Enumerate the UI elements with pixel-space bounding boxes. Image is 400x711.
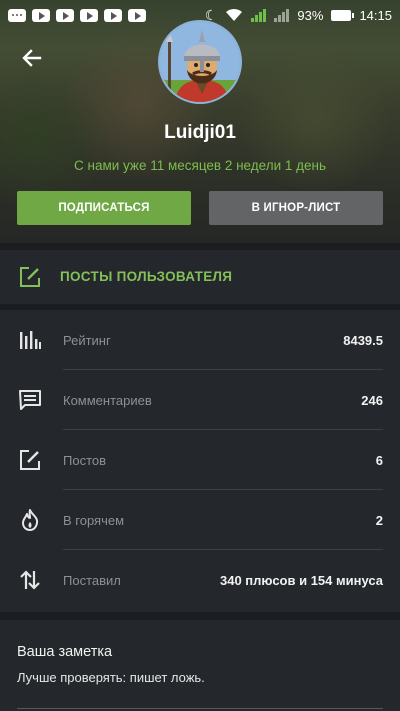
youtube-notification-icon — [80, 8, 98, 22]
comment-icon — [18, 388, 42, 412]
profile-header: ☾ 93% 14:15 Luidji01 С нами уже 11 месяц… — [0, 0, 400, 243]
battery-percent: 93% — [297, 7, 324, 23]
note-underline — [17, 708, 383, 709]
user-note-section[interactable]: Ваша заметка Лучше проверять: пишет ложь… — [0, 620, 400, 711]
stat-value: 8439.5 — [343, 333, 383, 348]
stat-row-votes: Поставил 340 плюсов и 154 минуса — [0, 550, 400, 610]
avatar[interactable] — [158, 20, 242, 104]
youtube-notification-icon — [32, 8, 50, 22]
flame-icon — [18, 508, 42, 532]
user-posts-link[interactable]: ПОСТЫ ПОЛЬЗОВАТЕЛЯ — [0, 250, 400, 304]
stat-row-comments: Комментариев 246 — [0, 370, 400, 430]
post-edit-icon — [18, 448, 42, 472]
ignore-list-button[interactable]: В ИГНОР-ЛИСТ — [209, 191, 383, 225]
stat-row-posts: Постов 6 — [0, 430, 400, 490]
stat-name: Рейтинг — [63, 333, 111, 348]
up-down-arrows-icon — [18, 568, 42, 592]
note-title: Ваша заметка — [17, 644, 113, 660]
post-edit-icon — [18, 265, 42, 289]
youtube-notification-icon — [128, 8, 146, 22]
user-posts-label: ПОСТЫ ПОЛЬЗОВАТЕЛЯ — [60, 269, 233, 284]
rating-bars-icon — [18, 328, 42, 352]
youtube-notification-icon — [104, 8, 122, 22]
youtube-notification-icon — [56, 8, 74, 22]
stat-name: Поставил — [63, 573, 121, 588]
back-arrow-icon[interactable] — [18, 44, 46, 72]
messages-notification-icon — [8, 8, 26, 22]
subscribe-button[interactable]: ПОДПИСАТЬСЯ — [17, 191, 191, 225]
stat-value: 246 — [361, 393, 383, 408]
stat-name: Комментариев — [63, 393, 152, 408]
signal-sim2-icon — [274, 8, 290, 22]
stat-row-hot: В горячем 2 — [0, 490, 400, 550]
stat-value: 6 — [375, 453, 383, 468]
clock: 14:15 — [359, 7, 392, 23]
member-since-text: С нами уже 11 месяцев 2 недели 1 день — [73, 158, 327, 173]
note-text[interactable]: Лучше проверять: пишет ложь. — [17, 670, 205, 685]
wifi-icon — [225, 8, 243, 22]
battery-icon — [331, 9, 355, 21]
stat-name: В горячем — [63, 513, 125, 528]
signal-sim1-icon — [251, 8, 267, 22]
stat-row-rating: Рейтинг 8439.5 — [0, 310, 400, 370]
user-stats-list: Рейтинг 8439.5 Комментариев 246 Постов 6 — [0, 310, 400, 612]
stat-name: Постов — [63, 453, 107, 468]
username: Luidji01 — [164, 122, 236, 143]
stat-value: 340 плюсов и 154 минуса — [219, 573, 383, 588]
stat-value: 2 — [375, 513, 383, 528]
notification-icons — [8, 8, 146, 22]
